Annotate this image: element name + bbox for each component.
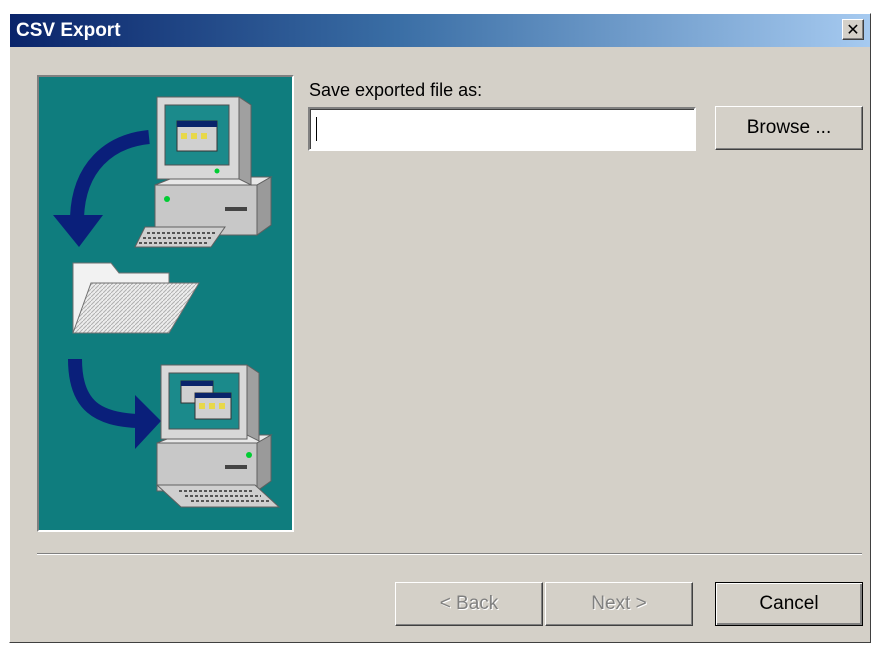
file-path-field[interactable] [308,107,696,151]
folder-icon [72,262,200,334]
file-path-input[interactable] [314,115,688,143]
wizard-illustration [37,75,294,532]
computer-icon [155,364,281,508]
csv-export-dialog: CSV Export ✕ Save exported file as: Brow… [9,13,871,643]
text-caret [316,117,317,141]
title-bar[interactable]: CSV Export ✕ [10,14,870,47]
dialog-title: CSV Export [16,20,121,41]
next-button[interactable]: Next > [545,582,693,626]
close-icon: ✕ [846,20,860,39]
save-file-label: Save exported file as: [309,80,483,100]
close-button[interactable]: ✕ [842,19,864,40]
arrow-icon [53,130,150,247]
button-separator [37,553,862,555]
cancel-button[interactable]: Cancel [715,582,863,626]
export-illustration-graphic [53,96,281,508]
computer-icon [134,96,273,248]
browse-button[interactable]: Browse ... [715,106,863,150]
back-button[interactable]: < Back [395,582,543,626]
arrow-icon [68,358,161,449]
